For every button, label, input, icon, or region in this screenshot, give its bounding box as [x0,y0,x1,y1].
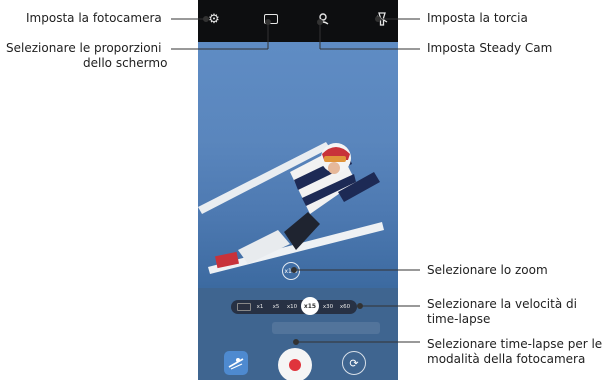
callout-torch: Imposta la torcia [427,11,528,25]
aspect-ratio-icon[interactable] [261,9,281,29]
speed-option-selected[interactable]: x15 [301,297,319,315]
ski-jumper-image [198,142,384,274]
callout-speed-line1: Selezionare la velocità di [427,297,577,311]
record-button[interactable] [278,348,312,380]
speed-option-x10[interactable]: x10 [285,300,299,314]
camera-controls: x1 x5 x10 x15 x30 x60 ⟳ [198,288,398,380]
callout-mode-line1: Selezionare time-lapse per le [427,337,603,351]
camera-mode-strip[interactable] [272,322,380,334]
callout-speed-line2: time-lapse [427,312,491,326]
torch-icon[interactable] [372,9,392,29]
speed-option-x30[interactable]: x30 [321,300,335,314]
camera-screen: ⚙ x1.0 x1 x5 x10 x15 x30 x60 ⟳ [198,0,398,380]
zoom-button[interactable]: x1.0 [282,262,300,280]
gallery-thumbnail[interactable] [224,351,248,375]
callout-ratio-line2: dello schermo [83,56,168,70]
record-icon [289,359,301,371]
callout-settings: Imposta la fotocamera [26,11,162,25]
callout-mode-line2: modalità della fotocamera [427,352,586,366]
steady-cam-icon[interactable] [313,9,333,29]
camera-top-bar: ⚙ [198,0,398,42]
timelapse-speed-selector[interactable]: x1 x5 x10 x15 x30 x60 [231,297,357,315]
callout-steady: Imposta Steady Cam [427,41,553,55]
speed-option-x5[interactable]: x5 [269,300,283,314]
gear-icon[interactable]: ⚙ [204,9,224,29]
speed-option-x1[interactable]: x1 [253,300,267,314]
speed-option-x60[interactable]: x60 [337,300,353,314]
switch-camera-icon[interactable]: ⟳ [342,351,366,375]
camera-preview: x1.0 [198,42,398,288]
callout-ratio-line1: Selezionare le proporzioni [6,41,162,55]
callout-zoom: Selezionare lo zoom [427,263,548,277]
speed-option [237,300,251,314]
